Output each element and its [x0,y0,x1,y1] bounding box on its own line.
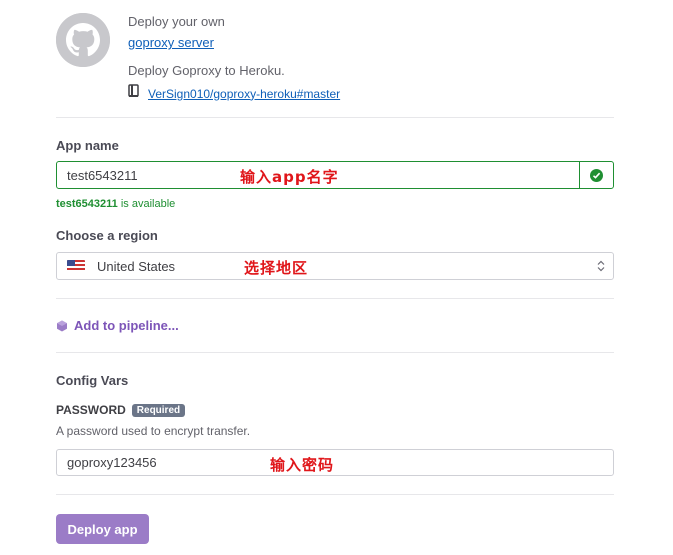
password-annotation: 输入密码 [270,456,335,474]
repo-link[interactable]: VerSign010/goproxy-heroku#master [148,87,340,101]
availability-app-name: test6543211 [56,198,118,210]
us-flag-icon [67,260,85,272]
deploy-prefix-text: Deploy your own [128,14,225,29]
region-selected-value: United States [97,258,176,274]
region-select[interactable]: United States [56,252,614,280]
config-vars-heading: Config Vars [56,373,129,388]
github-octocat-icon [56,13,110,67]
divider [56,352,614,353]
pipeline-hexagon-icon [57,320,67,331]
app-description: Deploy Goproxy to Heroku. [128,63,285,78]
check-circle-icon [590,168,603,182]
deploy-app-button[interactable]: Deploy app [56,514,149,544]
divider [56,494,614,495]
app-name-annotation: 输入app名字 [240,168,339,186]
password-var-name: PASSWORD [56,403,126,417]
add-to-pipeline-link[interactable]: Add to pipeline... [56,318,179,333]
github-avatar [56,13,110,67]
app-name-label: App name [56,138,119,153]
region-annotation: 选择地区 [244,259,309,277]
availability-suffix: is available [120,198,176,210]
divider [56,117,614,118]
required-badge: Required [131,403,186,417]
repo-book-icon [128,84,140,103]
password-input[interactable]: goproxy123456 [56,449,614,476]
repo-link-row: VerSign010/goproxy-heroku#master [128,84,340,103]
add-to-pipeline-label: Add to pipeline... [74,318,179,333]
app-template-link[interactable]: goproxy server [128,35,214,50]
select-arrows-icon [597,260,605,275]
region-label: Choose a region [56,228,158,243]
availability-text: test6543211 is available [56,198,175,210]
app-name-status [580,162,613,188]
password-help-text: A password used to encrypt transfer. [56,424,251,438]
password-var-row: PASSWORD Required [56,403,186,417]
divider [56,298,614,299]
